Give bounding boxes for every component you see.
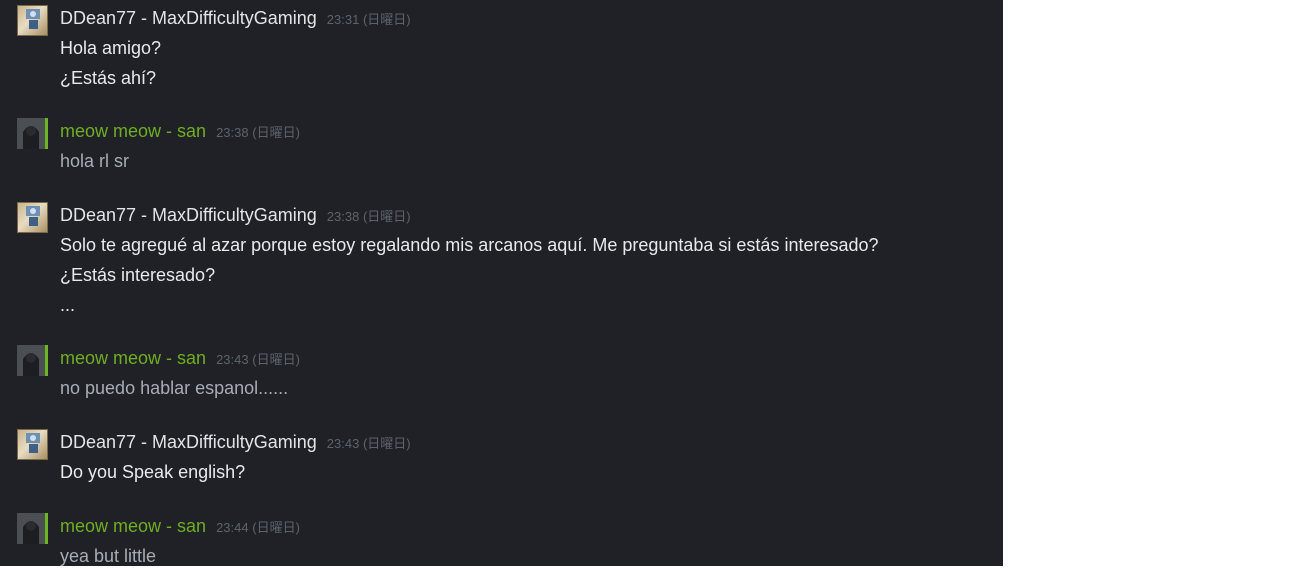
message-body: hola rl sr: [60, 146, 129, 176]
friend-avatar[interactable]: [17, 429, 48, 460]
message-timestamp: 23:44 (日曜日): [216, 520, 300, 535]
chat-log: DDean77 - MaxDifficultyGaming 23:31 (日曜日…: [0, 0, 1003, 566]
friend-avatar[interactable]: [17, 202, 48, 233]
sender-name[interactable]: DDean77 - MaxDifficultyGaming: [60, 8, 317, 28]
message-line: Do you Speak english?: [60, 462, 246, 482]
message-line: Hola amigo?: [60, 38, 162, 58]
message-timestamp: 23:43 (日曜日): [326, 436, 411, 451]
message-body: Solo te agregué al azar porque estoy reg…: [60, 230, 879, 320]
message-header: meow meow - san 23:38 (日曜日): [60, 118, 300, 144]
sender-name[interactable]: meow meow - san: [60, 516, 206, 536]
message-line: ¿Estás ahí?: [60, 68, 157, 88]
message-body: Do you Speak english?: [60, 457, 245, 487]
message-line: hola rl sr: [60, 151, 130, 171]
message-header: meow meow - san 23:43 (日曜日): [60, 345, 300, 371]
message-line: yea but little: [60, 546, 157, 566]
message-timestamp: 23:31 (日曜日): [326, 12, 411, 27]
message-timestamp: 23:38 (日曜日): [216, 125, 300, 140]
message-header: meow meow - san 23:44 (日曜日): [60, 513, 300, 539]
friend-avatar[interactable]: [17, 5, 48, 36]
message-line: Solo te agregué al azar porque estoy reg…: [60, 235, 879, 255]
message-header: DDean77 - MaxDifficultyGaming 23:43 (日曜日…: [60, 429, 411, 455]
message-timestamp: 23:43 (日曜日): [216, 352, 300, 367]
sender-name[interactable]: DDean77 - MaxDifficultyGaming: [60, 432, 317, 452]
message-line: no puedo hablar espanol......: [60, 378, 289, 398]
message-body: no puedo hablar espanol......: [60, 373, 288, 403]
message-line: ¿Estás interesado?: [60, 265, 216, 285]
message-line: ...: [60, 295, 76, 315]
message-header: DDean77 - MaxDifficultyGaming 23:38 (日曜日…: [60, 202, 411, 228]
message-header: DDean77 - MaxDifficultyGaming 23:31 (日曜日…: [60, 5, 411, 31]
message-body: yea but little: [60, 541, 156, 566]
sender-name[interactable]: DDean77 - MaxDifficultyGaming: [60, 205, 317, 225]
sender-name[interactable]: meow meow - san: [60, 348, 206, 368]
user-avatar[interactable]: [17, 118, 48, 149]
user-avatar[interactable]: [17, 345, 48, 376]
message-timestamp: 23:38 (日曜日): [326, 209, 411, 224]
sender-name[interactable]: meow meow - san: [60, 121, 206, 141]
user-avatar[interactable]: [17, 513, 48, 544]
message-body: Hola amigo? ¿Estás ahí?: [60, 33, 161, 93]
